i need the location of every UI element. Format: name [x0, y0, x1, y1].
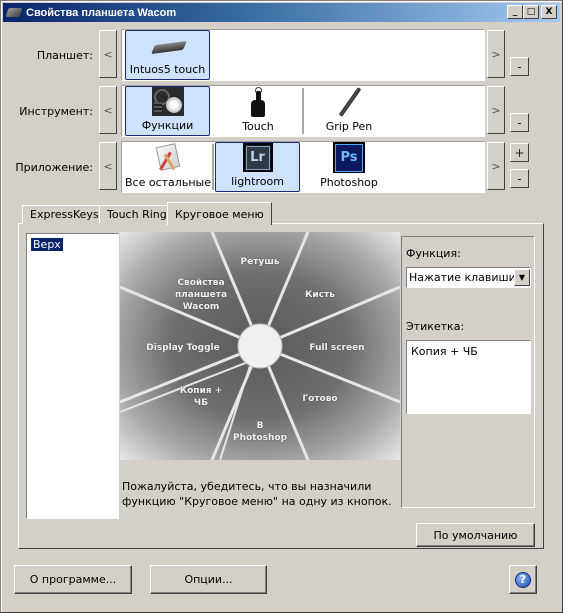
tablet-app-icon	[5, 8, 23, 17]
segment-label-copy-bw[interactable]: Копия + ЧБ	[174, 385, 228, 409]
app-item-label: lightroom	[231, 175, 284, 188]
minimize-button[interactable]: _	[507, 5, 523, 19]
function-label: Функция:	[406, 247, 461, 260]
about-button[interactable]: О программе...	[14, 565, 132, 594]
help-icon: ?	[515, 571, 531, 588]
functions-icon	[151, 87, 184, 116]
lightroom-icon: Lr	[242, 143, 273, 172]
tab-expresskeys[interactable]: ExpressKeys	[22, 205, 107, 224]
pen-icon	[333, 86, 365, 118]
segment-label-brush[interactable]: Кисть	[305, 289, 335, 301]
tool-item-touch[interactable]: Touch	[214, 86, 302, 136]
tool-strip: Функции Touch Grip Pen	[121, 85, 485, 137]
tablet-next-button[interactable]: >	[487, 30, 505, 78]
radial-menu-level-list[interactable]: Верх	[26, 233, 119, 519]
radial-menu-preview[interactable]: Ретушь Кисть Full screen Готово В Photos…	[120, 232, 400, 460]
tablet-row-label: Планшет:	[36, 49, 93, 62]
radial-menu-hint: Пожалуйста, убедитесь, что вы назначили …	[122, 480, 392, 508]
default-button[interactable]: По умолчанию	[416, 523, 535, 547]
tablet-icon	[150, 31, 187, 60]
function-select-value: Нажатие клавиши...	[409, 271, 514, 284]
app-item-all-others[interactable]: Все остальные	[124, 142, 212, 192]
title-bar[interactable]: Свойства планшета Wacom _ □ X	[3, 3, 560, 22]
tool-row-label: Инструмент:	[19, 105, 93, 118]
tool-next-button[interactable]: >	[487, 86, 505, 134]
add-application-button[interactable]: +	[510, 143, 529, 162]
tool-separator	[302, 88, 304, 134]
tool-prev-button[interactable]: <	[99, 86, 117, 134]
tablet-item-label: Intuos5 touch	[129, 63, 206, 76]
wacom-properties-window: Свойства планшета Wacom _ □ X Планшет: <…	[0, 0, 563, 613]
maximize-button[interactable]: □	[523, 5, 539, 19]
function-select[interactable]: Нажатие клавиши... ▼	[406, 267, 531, 288]
tool-item-label: Touch	[242, 120, 274, 133]
lightroom-icon-text: Lr	[245, 145, 270, 170]
help-button[interactable]: ?	[509, 565, 537, 594]
close-button[interactable]: X	[541, 5, 557, 19]
tablet-item-intuos5[interactable]: Intuos5 touch	[125, 30, 210, 80]
application-prev-button[interactable]: <	[99, 142, 117, 190]
options-button[interactable]: Опции...	[150, 565, 267, 594]
application-next-button[interactable]: >	[487, 142, 505, 190]
remove-tablet-button[interactable]: -	[510, 57, 529, 76]
app-item-lightroom[interactable]: Lr lightroom	[215, 142, 300, 192]
all-apps-icon	[152, 143, 184, 173]
touch-hand-icon	[242, 87, 274, 117]
app-item-label: Все остальные	[125, 176, 211, 189]
segment-label-to-photoshop[interactable]: В Photoshop	[230, 420, 290, 444]
application-row-label: Приложение:	[15, 161, 93, 174]
tablet-strip: Intuos5 touch	[121, 29, 485, 81]
selected-segment-outline	[219, 365, 251, 460]
app-separator	[212, 144, 214, 190]
tag-label: Этикетка:	[406, 320, 465, 333]
app-item-photoshop[interactable]: Ps Photoshop	[305, 142, 393, 192]
tab-radial-menu[interactable]: Круговое меню	[167, 202, 272, 225]
tablet-prev-button[interactable]: <	[99, 30, 117, 78]
tool-item-grip-pen[interactable]: Grip Pen	[305, 86, 393, 136]
chevron-down-icon[interactable]: ▼	[514, 269, 530, 286]
segment-label-tablet-properties[interactable]: Свойства планшета Wacom	[171, 277, 231, 313]
window-title: Свойства планшета Wacom	[26, 6, 177, 19]
photoshop-icon-text: Ps	[335, 143, 363, 172]
application-strip: Все остальные Lr lightroom Ps Photoshop	[121, 141, 485, 193]
tab-touch-ring[interactable]: Touch Ring	[99, 205, 175, 224]
segment-label-display-toggle[interactable]: Display Toggle	[146, 342, 219, 354]
segment-label-full-screen[interactable]: Full screen	[309, 342, 364, 354]
segment-label-retouch[interactable]: Ретушь	[240, 256, 279, 268]
photoshop-icon: Ps	[333, 142, 365, 173]
remove-application-button[interactable]: -	[510, 169, 529, 188]
remove-tool-button[interactable]: -	[510, 113, 529, 132]
radial-menu-center	[237, 323, 283, 369]
tag-input[interactable]: Копия + ЧБ	[406, 340, 531, 414]
level-item-top[interactable]: Верх	[31, 238, 63, 251]
app-item-label: Photoshop	[320, 176, 378, 189]
tool-item-label: Grip Pen	[325, 120, 373, 133]
tool-item-label: Функции	[141, 119, 194, 132]
segment-label-done[interactable]: Готово	[302, 393, 337, 405]
tool-item-functions[interactable]: Функции	[125, 86, 210, 136]
